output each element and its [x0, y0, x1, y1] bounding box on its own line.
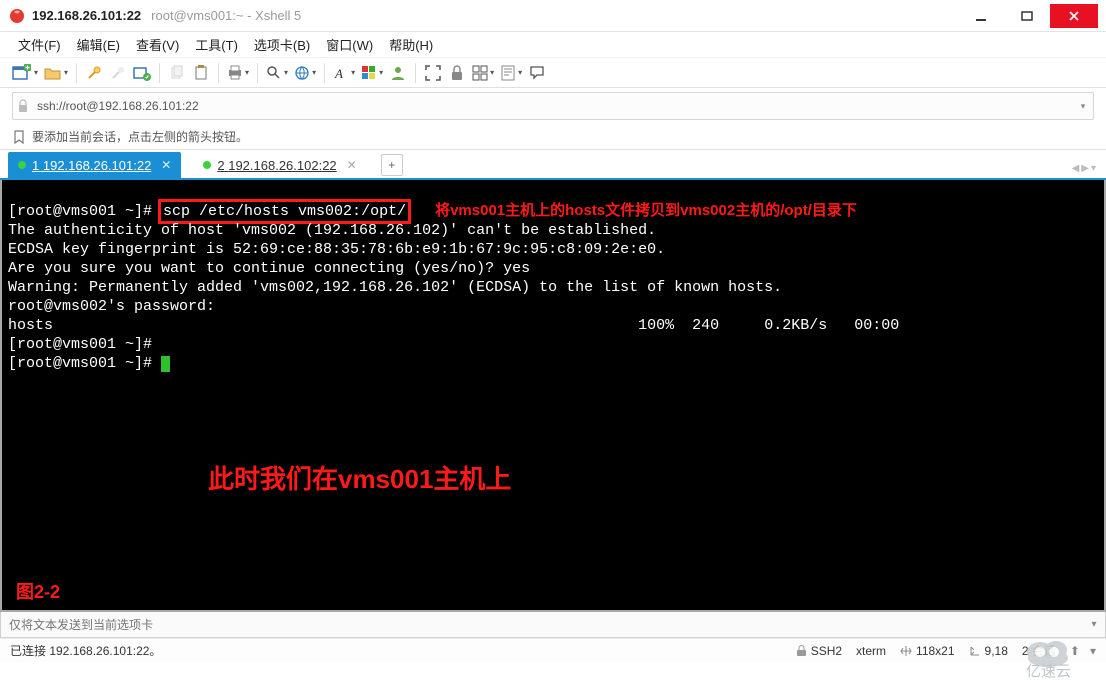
hint-text: 要添加当前会话，点击左侧的箭头按钮。 — [32, 128, 248, 145]
menu-edit[interactable]: 编辑(E) — [71, 32, 126, 57]
send-dropdown-icon[interactable]: ▾ — [1085, 619, 1103, 630]
app-logo-icon — [8, 7, 26, 25]
menu-view[interactable]: 查看(V) — [130, 32, 185, 57]
disconnect-icon[interactable] — [107, 62, 129, 84]
status-connection: 已连接 192.168.26.101:22。 — [10, 642, 161, 659]
terminal-line: [root@vms001 ~]# scp /etc/hosts vms002:/… — [8, 203, 857, 220]
tab-next-icon[interactable]: ▶ — [1081, 163, 1089, 174]
terminal-line: The authenticity of host 'vms002 (192.16… — [8, 222, 656, 239]
status-protocol: SSH2 — [796, 644, 842, 658]
tab-close-icon[interactable]: ✕ — [347, 158, 357, 172]
send-input[interactable] — [3, 618, 1085, 632]
menu-file[interactable]: 文件(F) — [12, 32, 67, 57]
title-subtitle: root@vms001:~ - Xshell 5 — [151, 8, 301, 23]
terminal[interactable]: [root@vms001 ~]# scp /etc/hosts vms002:/… — [0, 180, 1106, 612]
cursor-icon — [161, 356, 170, 372]
menu-help[interactable]: 帮助(H) — [383, 32, 439, 57]
reconnect-icon[interactable] — [131, 62, 153, 84]
address-text: ssh://root@192.168.26.101:22 — [33, 99, 1073, 113]
script-icon[interactable]: ▾ — [498, 62, 524, 84]
terminal-line: [root@vms001 ~]# — [8, 336, 152, 353]
window-controls — [958, 4, 1098, 28]
status-bar: 已连接 192.168.26.101:22。 SSH2 xterm 118x21… — [0, 638, 1106, 662]
cascade-plus-icon[interactable]: ▾ — [1090, 644, 1096, 658]
maximize-button[interactable] — [1004, 4, 1050, 28]
terminal-line: Warning: Permanently added 'vms002,192.1… — [8, 279, 782, 296]
terminal-line: [root@vms001 ~]# — [8, 355, 170, 372]
tab-close-icon[interactable]: ✕ — [161, 158, 171, 172]
tab-prev-icon[interactable]: ◀ — [1072, 163, 1080, 174]
tile-icon[interactable]: ▾ — [470, 62, 496, 84]
fullscreen-icon[interactable] — [422, 62, 444, 84]
address-dropdown-icon[interactable]: ▾ — [1073, 101, 1093, 112]
lock-small-icon — [13, 99, 33, 113]
status-dot-icon — [18, 161, 26, 169]
terminal-line: root@vms002's password: — [8, 298, 215, 315]
tab-add-button[interactable]: + — [381, 154, 403, 176]
resize-icon — [900, 645, 912, 657]
annotation-big: 此时我们在vms001主机上 — [208, 470, 511, 489]
menu-bar: 文件(F) 编辑(E) 查看(V) 工具(T) 选项卡(B) 窗口(W) 帮助(… — [0, 32, 1106, 58]
svg-text:A: A — [334, 66, 343, 81]
minimize-button[interactable] — [958, 4, 1004, 28]
status-term: xterm — [856, 644, 886, 658]
lock-mini-icon — [796, 645, 807, 657]
terminal-line: hosts 100% 240 0.2KB/s 00:00 — [8, 317, 899, 334]
tab-list-icon[interactable]: ▾ — [1091, 163, 1096, 174]
copy-icon[interactable] — [166, 62, 188, 84]
lock-icon[interactable] — [446, 62, 468, 84]
find-icon[interactable]: ▾ — [264, 62, 290, 84]
annotation-text: 将vms001主机上的hosts文件拷贝到vms002主机的/opt/目录下 — [435, 202, 857, 219]
address-bar[interactable]: ssh://root@192.168.26.101:22 ▾ — [12, 92, 1094, 120]
status-dot-icon — [203, 161, 211, 169]
menu-window[interactable]: 窗口(W) — [320, 32, 379, 57]
highlighted-command: scp /etc/hosts vms002:/opt/ — [161, 202, 408, 221]
hint-bar: 要添加当前会话，点击左侧的箭头按钮。 — [0, 124, 1106, 150]
toolbar: ▾ ▾ ▾ ▾ ▾ A▾ ▾ ▾ ▾ — [0, 58, 1106, 88]
figure-label: 图2-2 — [16, 583, 60, 602]
paste-icon[interactable] — [190, 62, 212, 84]
caret-pos-icon — [969, 645, 981, 657]
terminal-line: ECDSA key fingerprint is 52:69:ce:88:35:… — [8, 241, 665, 258]
cascade-up-icon[interactable]: ⬆ — [1070, 644, 1080, 658]
open-session-icon[interactable]: ▾ — [42, 62, 70, 84]
title-ip: 192.168.26.101:22 — [32, 8, 141, 23]
tab-nav: ◀ ▶ ▾ — [1072, 163, 1096, 174]
new-session-icon[interactable]: ▾ — [10, 62, 40, 84]
color-icon[interactable]: ▾ — [359, 62, 385, 84]
menu-tabs[interactable]: 选项卡(B) — [248, 32, 316, 57]
tab-session-1[interactable]: 1 192.168.26.101:22 ✕ — [8, 152, 181, 178]
status-nav: ⬆ ▾ — [1070, 644, 1096, 658]
font-icon[interactable]: A▾ — [331, 62, 357, 84]
send-bar: ▾ — [0, 612, 1106, 638]
svg-text:亿速云: 亿速云 — [1026, 663, 1071, 680]
menu-tools[interactable]: 工具(T) — [189, 32, 244, 57]
tab-bar: 1 192.168.26.101:22 ✕ 2 192.168.26.102:2… — [0, 150, 1106, 180]
terminal-line: Are you sure you want to continue connec… — [8, 260, 530, 277]
user-profile-icon[interactable] — [387, 62, 409, 84]
close-button[interactable] — [1050, 4, 1098, 28]
connect-icon[interactable] — [83, 62, 105, 84]
globe-icon[interactable]: ▾ — [292, 62, 318, 84]
title-bar: 192.168.26.101:22 root@vms001:~ - Xshell… — [0, 0, 1106, 32]
print-icon[interactable]: ▾ — [225, 62, 251, 84]
status-size: 118x21 — [900, 644, 954, 658]
bookmark-icon[interactable] — [12, 130, 26, 144]
status-sessions: 2 会话 — [1022, 642, 1056, 659]
tab-session-2[interactable]: 2 192.168.26.102:22 ✕ — [193, 152, 366, 178]
chat-icon[interactable] — [526, 62, 548, 84]
status-cursor: 9,18 — [969, 644, 1008, 658]
